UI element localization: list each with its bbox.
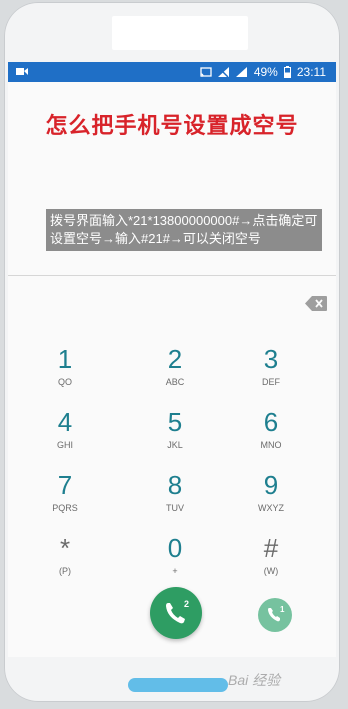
key-1[interactable]: 1 QO (30, 344, 100, 402)
sim-badge: 1 (280, 605, 285, 614)
key-4[interactable]: 4 GHI (30, 407, 100, 465)
video-camera-icon (16, 68, 28, 75)
signal-icon (235, 66, 247, 77)
key-digit: 8 (167, 470, 183, 500)
backspace-icon[interactable] (305, 296, 327, 311)
key-3[interactable]: 3 DEF (236, 344, 306, 402)
key-letters: TUV (166, 503, 184, 513)
call-button-sim2[interactable]: 2 (150, 587, 202, 639)
key-digit: 7 (57, 470, 73, 500)
page-title: 怎么把手机号设置成空号 (45, 113, 299, 138)
key-letters: (W) (263, 566, 279, 576)
battery-icon (283, 66, 291, 78)
sim-badge: 2 (184, 599, 190, 609)
key-digit: * (59, 533, 71, 563)
key-letters: ABC (165, 377, 185, 387)
key-letters: + (172, 566, 178, 576)
key-0[interactable]: 0 + (140, 533, 210, 591)
battery-percent: 49% (253, 65, 278, 79)
divider (8, 275, 336, 276)
key-hash[interactable]: # (W) (236, 533, 306, 591)
key-letters: DEF (262, 377, 280, 387)
key-letters: MNO (260, 440, 282, 450)
key-digit: 5 (167, 407, 183, 437)
call-button-sim1[interactable]: 1 (258, 598, 292, 632)
key-letters: GHI (56, 440, 73, 450)
phone-frame: 49% 23:11 怎么把手机号设置成空号 拨号界面输入*21*13800000… (4, 2, 340, 702)
key-digit: 0 (167, 533, 183, 563)
key-letters: WXYZ (258, 503, 284, 513)
dialer-screen: 怎么把手机号设置成空号 拨号界面输入*21*13800000000#→点击确定可… (8, 82, 336, 657)
key-digit: 3 (263, 344, 279, 374)
key-2[interactable]: 2 ABC (140, 344, 210, 402)
watermark: Bai 经验 (228, 672, 281, 688)
key-8[interactable]: 8 TUV (140, 470, 210, 528)
key-letters: PQRS (52, 503, 78, 513)
key-7[interactable]: 7 PQRS (30, 470, 100, 528)
key-star[interactable]: * (P) (30, 533, 100, 591)
key-digit: 1 (57, 344, 73, 374)
key-digit: 2 (167, 344, 183, 374)
phone-icon (166, 603, 185, 624)
phone-icon (268, 608, 280, 622)
status-bar: 49% 23:11 (8, 62, 336, 82)
key-9[interactable]: 9 WXYZ (236, 470, 306, 528)
instruction-caption: 拨号界面输入*21*13800000000#→点击确定可设置空号→输入#21#→… (46, 209, 322, 251)
key-digit: # (263, 533, 279, 563)
home-indicator[interactable] (128, 678, 228, 692)
key-digit: 6 (263, 407, 279, 437)
clock: 23:11 (296, 65, 326, 79)
wifi-off-icon (217, 66, 229, 78)
cast-icon (200, 66, 212, 77)
earpiece (112, 16, 248, 50)
key-5[interactable]: 5 JKL (140, 407, 210, 465)
key-6[interactable]: 6 MNO (236, 407, 306, 465)
key-letters: JKL (167, 440, 183, 450)
key-digit: 9 (263, 470, 279, 500)
key-letters: QO (57, 377, 72, 387)
key-digit: 4 (57, 407, 73, 437)
key-letters: (P) (59, 566, 71, 576)
